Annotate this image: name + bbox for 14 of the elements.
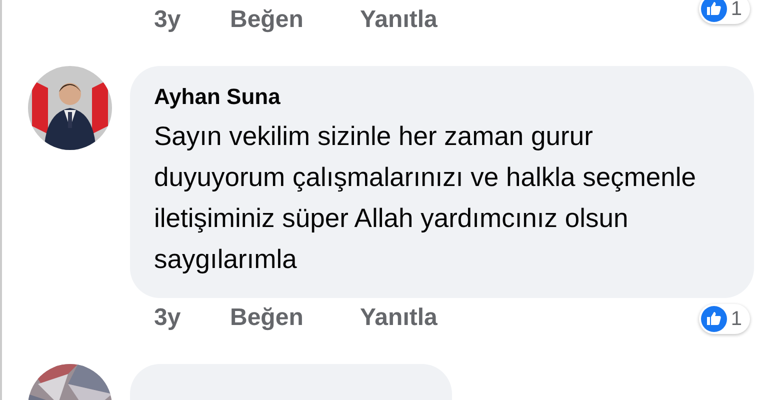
comment-time: 3y [154,304,182,332]
thumbs-up-icon [700,306,727,332]
reply-link[interactable]: Yanıtla [360,304,438,332]
like-link[interactable]: Beğen [230,304,360,332]
like-link[interactable]: Beğen [230,6,360,34]
reaction-badge[interactable]: 1 [698,304,750,334]
reply-link[interactable]: Yanıtla [360,6,438,34]
reaction-count: 1 [730,308,742,330]
author-name[interactable]: Ayhan Suna [154,84,730,110]
thumbs-up-icon [700,0,727,22]
comment-time: 3y [154,6,182,34]
reaction-count: 1 [730,0,742,20]
reaction-badge[interactable]: 1 [698,0,750,24]
comment-text: Sayın vekilim sizinle her zaman gurur duyuyorum çalışmalarınızı ve halkla seçmenle iletişiminiz süper Allah yardımcınız olsun saygılarımla [154,120,698,276]
